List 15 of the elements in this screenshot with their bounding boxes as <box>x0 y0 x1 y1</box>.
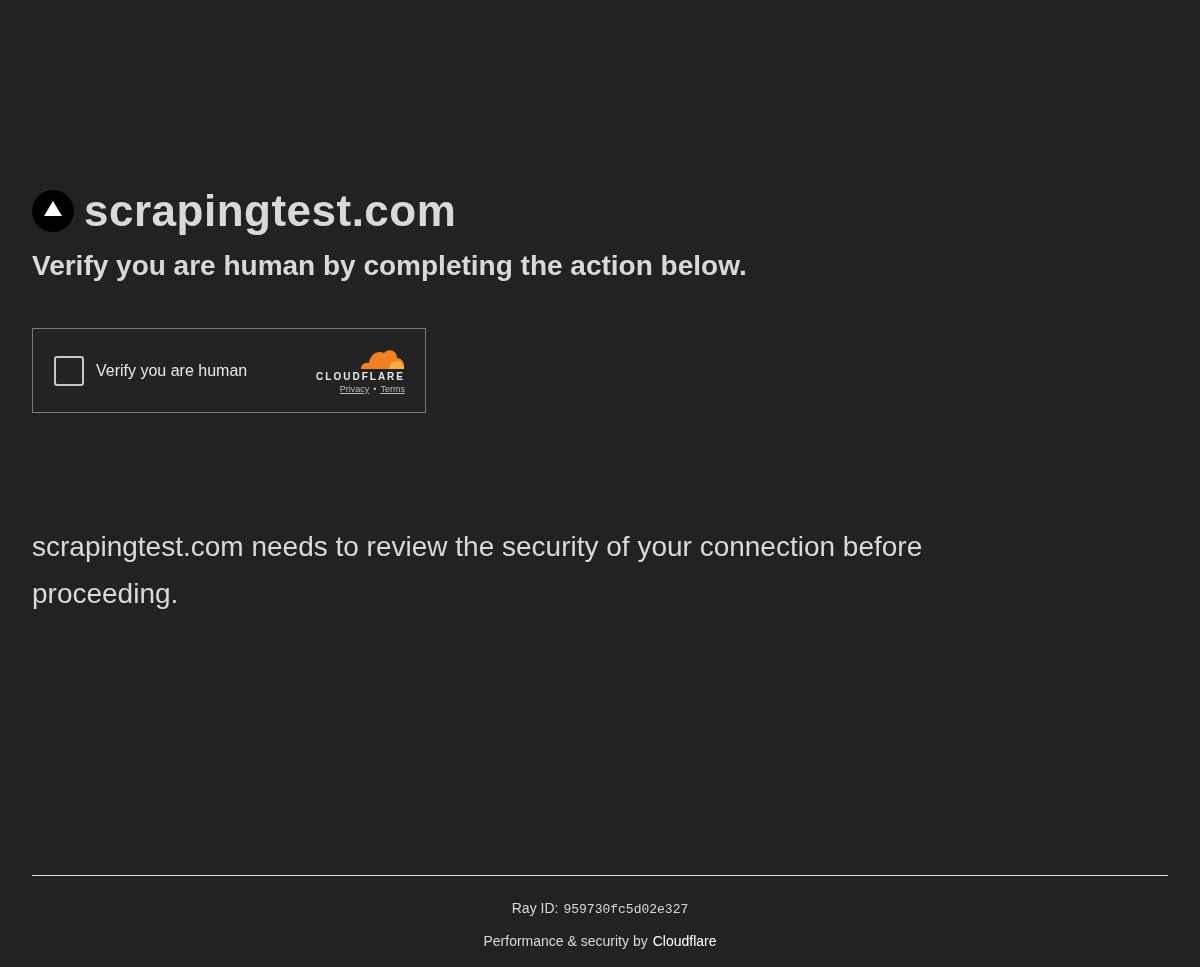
site-title: scrapingtest.com <box>84 186 457 236</box>
credit-text: Performance & security by <box>483 933 648 949</box>
privacy-link[interactable]: Privacy <box>339 384 370 394</box>
logo-icon <box>32 190 74 232</box>
ray-id: 959730fc5d02e327 <box>563 902 689 917</box>
heading: Verify you are human by completing the action below. <box>32 250 748 282</box>
cloud-logo-icon <box>359 347 405 369</box>
security-message: scrapingtest.com needs to review the security of your connection before proceeding. <box>32 530 924 611</box>
separator: • <box>373 384 377 394</box>
terms-link[interactable]: Terms <box>380 384 405 394</box>
ray-id-label: Ray ID: <box>511 900 559 916</box>
brand-name: CLOUDFLARE <box>316 371 405 382</box>
cloudflare-link[interactable]: Cloudflare <box>652 933 717 949</box>
checkbox-label: Verify you are human <box>96 361 249 380</box>
checkbox[interactable] <box>54 355 84 386</box>
